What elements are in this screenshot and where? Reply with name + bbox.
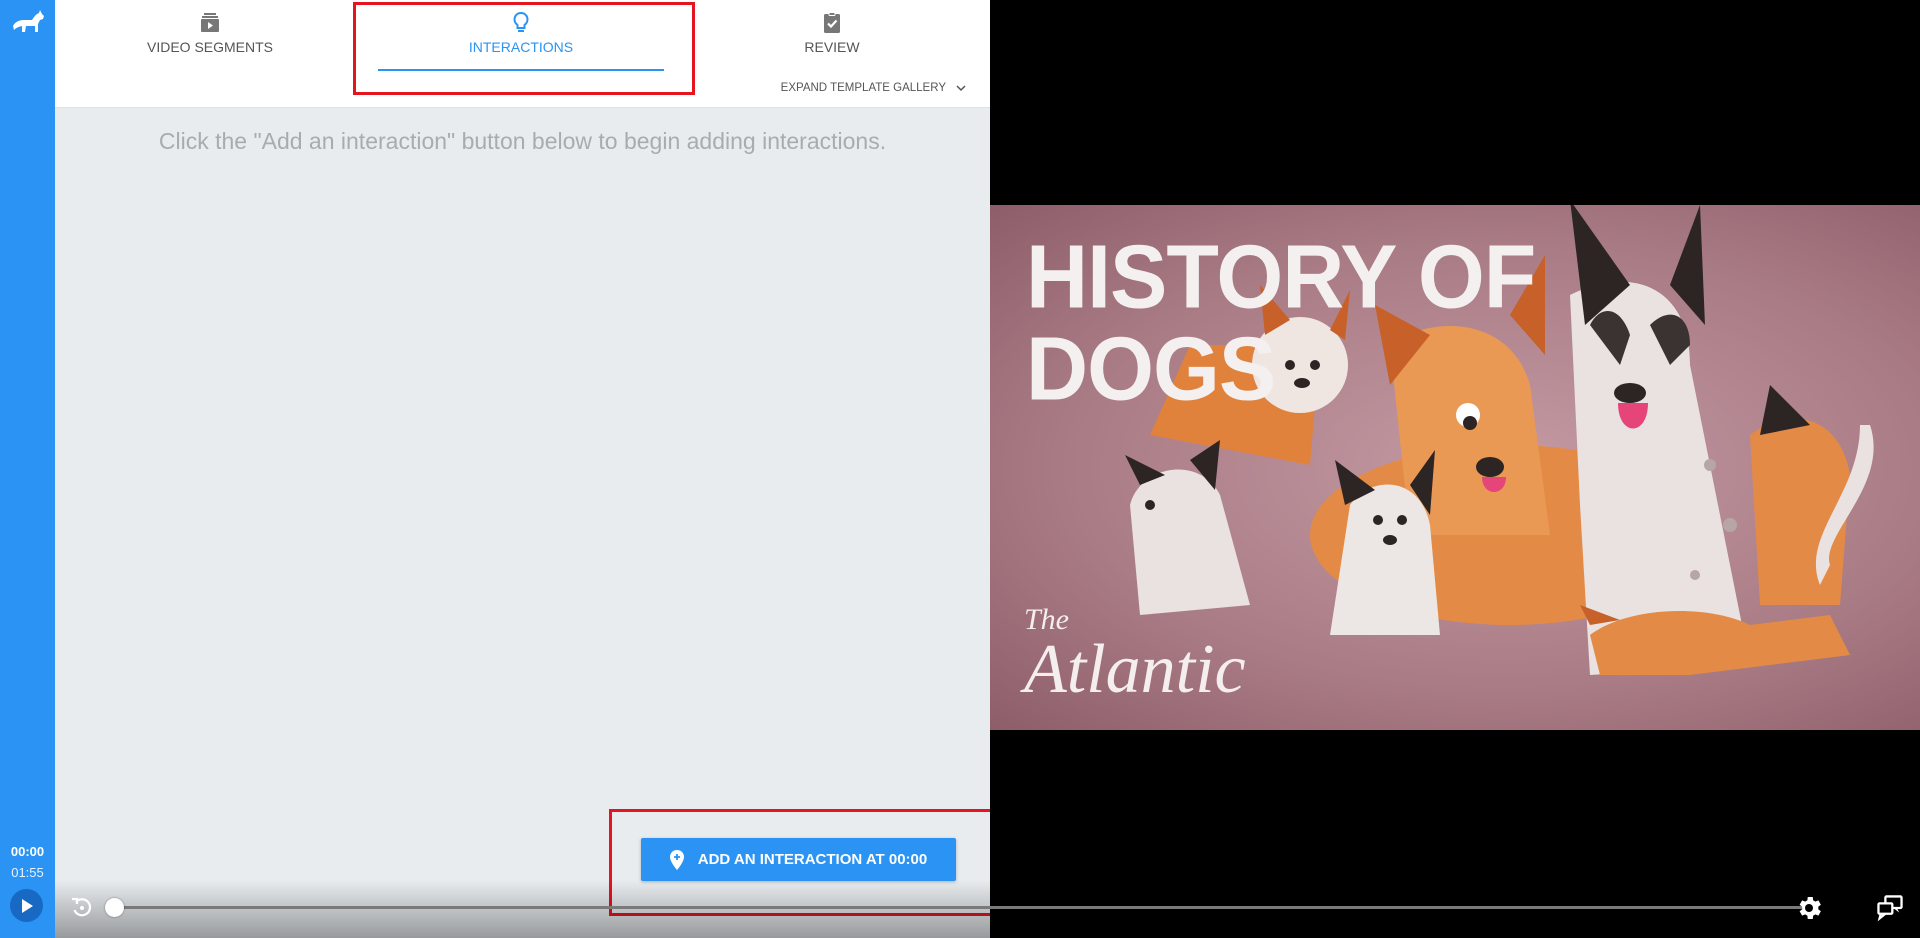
play-icon [21, 898, 33, 913]
empty-state-hint: Click the "Add an interaction" button be… [158, 128, 887, 154]
seek-handle[interactable] [105, 898, 124, 917]
rewind-icon[interactable] [69, 894, 95, 920]
dog-logo-icon[interactable] [10, 8, 46, 36]
expand-template-gallery[interactable]: EXPAND TEMPLATE GALLERY [781, 82, 966, 94]
video-player[interactable]: HISTORY OF DOGS The Atlantic [990, 0, 1920, 938]
chevron-down-icon [956, 84, 966, 91]
gear-icon[interactable] [1794, 893, 1824, 923]
layers-video-icon [201, 13, 219, 32]
tab-label: VIDEO SEGMENTS [146, 39, 274, 55]
tab-label: REVIEW [804, 39, 860, 55]
expand-gallery-label: EXPAND TEMPLATE GALLERY [780, 82, 946, 94]
editor-panel: VIDEO SEGMENTS INTERACTIONS REVIEW EXPAN… [55, 0, 1001, 938]
current-time: 00:00 [10, 844, 45, 859]
seek-bar[interactable] [105, 898, 1807, 917]
feedback-bubble-icon[interactable] [1875, 893, 1905, 923]
highlight-box-interactions-tab [353, 2, 695, 95]
tab-review[interactable]: REVIEW [677, 0, 987, 72]
clipboard-check-icon [824, 12, 840, 33]
brand-wordmark: The Atlantic [1024, 603, 1246, 708]
total-duration: 01:55 [11, 865, 44, 880]
play-button[interactable] [10, 889, 43, 922]
left-rail: 00:00 01:55 [0, 0, 55, 938]
video-title: HISTORY OF DOGS [1026, 226, 1536, 420]
tab-video-segments[interactable]: VIDEO SEGMENTS [55, 0, 365, 72]
player-controls [55, 880, 1920, 938]
video-frame[interactable]: HISTORY OF DOGS The Atlantic [990, 205, 1920, 730]
